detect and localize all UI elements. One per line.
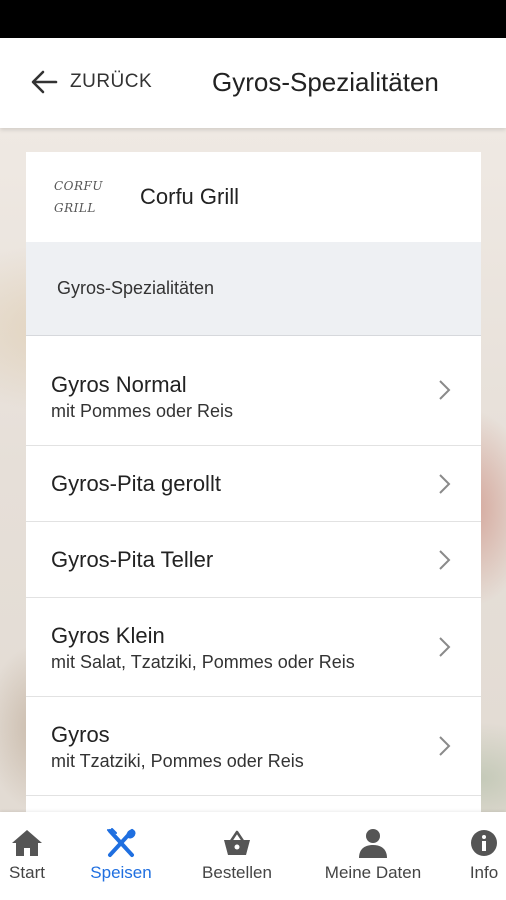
basket-icon (224, 830, 250, 855)
back-label: ZURÜCK (70, 71, 153, 92)
app-header: ZURÜCK Gyros-Spezialitäten (0, 38, 506, 128)
home-icon (12, 830, 42, 856)
chevron-right-icon (439, 637, 451, 657)
nav-label: Start (9, 863, 45, 882)
category-label: Gyros-Spezialitäten (57, 278, 215, 298)
nav-start[interactable]: Start (0, 828, 54, 883)
menu-card: CORFU GRILL Corfu Grill Gyros-Spezialitä… (26, 152, 481, 812)
person-icon (359, 829, 387, 858)
cutlery-icon (107, 828, 136, 857)
restaurant-name: Corfu Grill (140, 184, 240, 209)
nav-bestellen[interactable]: Bestellen (192, 828, 282, 883)
menu-item-description: mit Pommes oder Reis (51, 401, 234, 421)
bottom-navigation: Start Speisen Bestellen Meine Daten Info (0, 812, 506, 900)
menu-item[interactable]: Gyros-Pita Teller (26, 522, 481, 598)
nav-label: Info (469, 863, 499, 882)
chevron-right-icon (439, 550, 451, 570)
nav-info[interactable]: Info (464, 828, 504, 883)
restaurant-logo: CORFU GRILL (54, 179, 103, 215)
nav-meine-daten[interactable]: Meine Daten (314, 828, 432, 883)
menu-item-name: Gyros-Pita Teller (51, 547, 214, 572)
menu-item-name: Gyros Klein (51, 623, 165, 648)
arrow-left-icon (31, 70, 58, 94)
page-title: Gyros-Spezialitäten (212, 67, 439, 97)
chevron-right-icon (439, 380, 451, 400)
menu-item-name: Gyros (51, 722, 110, 747)
menu-item[interactable]: Gyros-Pita gerollt (26, 446, 481, 522)
menu-item-name: Gyros-Pita gerollt (51, 471, 221, 496)
menu-item-name: Gyros Normal (51, 372, 187, 397)
category-header: Gyros-Spezialitäten (26, 242, 481, 336)
menu-item[interactable]: Gyros mit Tzatziki, Pommes oder Reis (26, 697, 481, 796)
nav-label: Speisen (90, 863, 152, 882)
menu-item-description: mit Salat, Tzatziki, Pommes oder Reis (51, 652, 355, 672)
menu-item-description: mit Tzatziki, Pommes oder Reis (51, 751, 304, 771)
nav-label: Meine Daten (324, 863, 422, 882)
menu-item[interactable]: Gyros Normal mit Pommes oder Reis (26, 336, 481, 446)
menu-list: Gyros Normal mit Pommes oder Reis Gyros-… (26, 336, 481, 796)
back-button[interactable]: ZURÜCK (28, 66, 152, 98)
info-icon (471, 830, 497, 856)
chevron-right-icon (439, 736, 451, 756)
nav-speisen[interactable]: Speisen (82, 828, 160, 883)
menu-item[interactable]: Gyros Klein mit Salat, Tzatziki, Pommes … (26, 598, 481, 697)
status-bar (0, 0, 506, 38)
chevron-right-icon (439, 474, 451, 494)
nav-label: Bestellen (202, 863, 272, 882)
restaurant-header: CORFU GRILL Corfu Grill (26, 152, 481, 242)
